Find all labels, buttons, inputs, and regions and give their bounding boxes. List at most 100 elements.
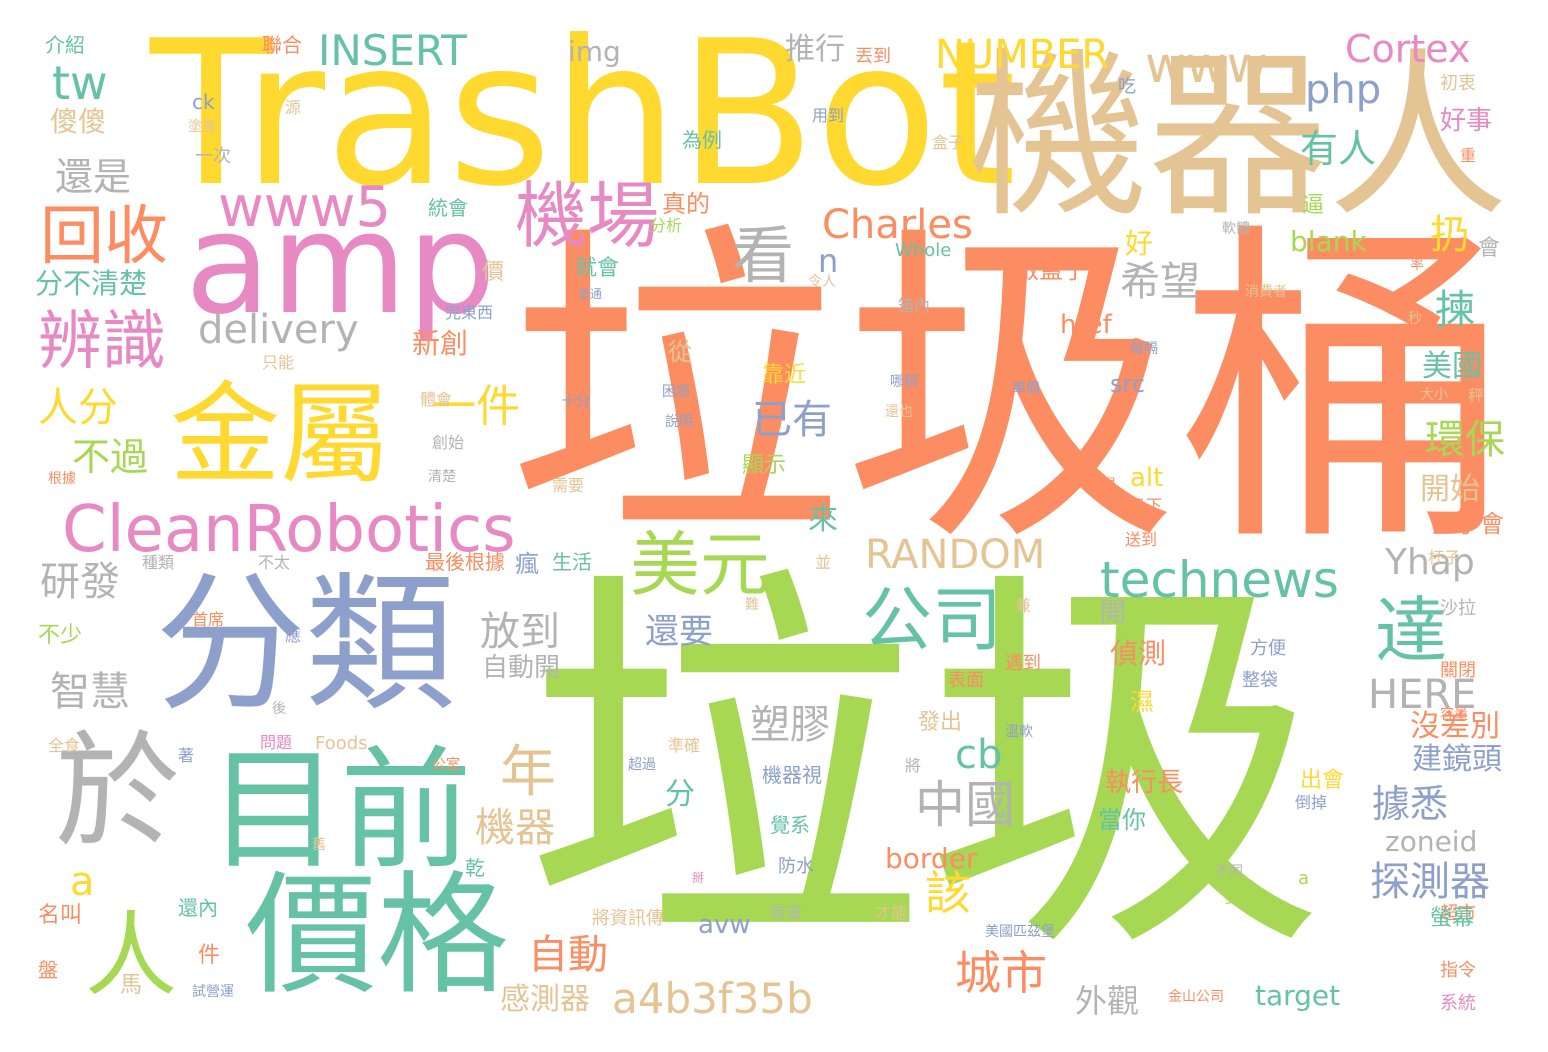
word: 難 xyxy=(745,597,759,613)
word: alt xyxy=(1130,463,1164,493)
word: 公室 xyxy=(432,757,460,773)
word: 名叫 xyxy=(38,903,83,928)
word: cb xyxy=(955,732,1003,778)
word: 來 xyxy=(808,502,838,537)
word: 盒子 xyxy=(932,133,965,152)
word: 分析 xyxy=(650,216,683,235)
word: 溫軟 xyxy=(1005,724,1033,740)
word: 看 xyxy=(732,219,795,292)
word: 源 xyxy=(285,98,302,117)
word: href xyxy=(1060,310,1112,340)
word: a xyxy=(70,859,95,905)
word: 啟蓋子 xyxy=(1015,256,1087,284)
word: 價格 xyxy=(245,859,509,1013)
word: 好 xyxy=(1125,227,1154,260)
word: 吃 xyxy=(1118,76,1136,97)
word: 據悉 xyxy=(1372,782,1449,826)
word: 放到 xyxy=(480,609,560,655)
word: 需要 xyxy=(552,476,585,495)
word: 舊 xyxy=(312,837,326,853)
word: 機場 xyxy=(515,174,660,258)
word: 自動 xyxy=(528,932,608,978)
word: 全食 xyxy=(48,736,81,755)
word: 件 xyxy=(198,943,221,968)
word: Charles xyxy=(822,202,973,248)
word: 螢幕 xyxy=(1430,906,1475,931)
word: 金山公司 xyxy=(1168,989,1224,1005)
word: 智慧 xyxy=(50,669,130,715)
word: 每隔 xyxy=(1130,341,1158,357)
word: 叉子 xyxy=(1070,450,1103,469)
word: 為例 xyxy=(682,128,722,152)
word: 外觀 xyxy=(1075,982,1140,1020)
word: 人分 xyxy=(38,385,118,431)
word: 建鏡頭 xyxy=(1412,742,1502,777)
word: 揀 xyxy=(1435,287,1475,333)
word: 真的 xyxy=(662,190,710,218)
word: 瘋 xyxy=(515,550,539,578)
word: 說明 xyxy=(665,414,693,430)
word: 生活 xyxy=(552,550,592,574)
word: 率 xyxy=(1410,257,1424,273)
word: 將 xyxy=(905,756,922,775)
word: 還也 xyxy=(885,404,913,420)
word: 容量 xyxy=(1440,707,1468,723)
word: 該 xyxy=(925,866,971,920)
word: 兼 xyxy=(1015,596,1032,615)
word: 還要 xyxy=(645,612,713,652)
word: n xyxy=(818,242,839,280)
word: 倒掉 xyxy=(1295,793,1328,812)
word: 金屬 xyxy=(170,371,390,499)
word: 指令 xyxy=(1440,960,1476,981)
word: 聯合 xyxy=(262,33,302,57)
word: 後 xyxy=(272,701,286,717)
word: 方便 xyxy=(1250,638,1286,659)
word: 完東西 xyxy=(445,303,494,322)
word: 統會 xyxy=(428,196,468,220)
word: www xyxy=(1145,36,1268,94)
word: 箱內 xyxy=(898,296,931,315)
word: ck xyxy=(192,90,215,114)
word: 初衷 xyxy=(1440,73,1476,94)
word: 分不清楚 xyxy=(35,267,148,300)
word: INSERT xyxy=(318,26,467,75)
word: a4b3f35b xyxy=(612,974,813,1023)
word: 美國匹茲堡 xyxy=(985,924,1055,940)
word: 偵測 xyxy=(1110,637,1167,670)
word: 公司 xyxy=(862,579,1002,661)
word: delivery xyxy=(198,307,359,353)
word: 開 xyxy=(1100,598,1127,628)
word: 送到 xyxy=(1125,530,1158,549)
word: 塑膠 xyxy=(750,702,830,748)
word: 自動開 xyxy=(482,653,561,683)
word: technews xyxy=(1100,551,1339,609)
word: 不過 xyxy=(72,435,149,479)
word: 美國 xyxy=(1422,349,1482,384)
word: 顯示 xyxy=(742,453,787,478)
word: 才能 xyxy=(875,903,908,922)
word: 扔下 xyxy=(1130,496,1163,515)
word: 掰 xyxy=(692,871,705,885)
word: RANDOM xyxy=(865,532,1046,578)
word: 遇到 xyxy=(1005,653,1041,674)
word: 美元 xyxy=(630,524,770,606)
word: 創始 xyxy=(432,433,465,452)
word: 新創 xyxy=(412,327,469,360)
word: 準確 xyxy=(668,736,701,755)
word: 價 xyxy=(482,260,505,285)
word: 濕 xyxy=(1130,688,1154,716)
word: Foods xyxy=(315,733,368,754)
word: 重 xyxy=(1460,146,1477,165)
word: 杯子 xyxy=(1428,548,1461,567)
word: 辨識 xyxy=(38,305,166,379)
word: 還內 xyxy=(178,896,218,920)
word: Cortex xyxy=(1345,27,1471,71)
word: 探測器 xyxy=(1370,859,1490,905)
word: zoneid xyxy=(1385,825,1478,858)
word: 一次 xyxy=(195,146,231,167)
word: 開始 xyxy=(1420,472,1480,507)
word: 應 xyxy=(285,626,302,645)
word: 出會 xyxy=(1300,768,1345,793)
word: 軟體 xyxy=(1222,221,1250,237)
word: 乾 xyxy=(465,856,485,880)
